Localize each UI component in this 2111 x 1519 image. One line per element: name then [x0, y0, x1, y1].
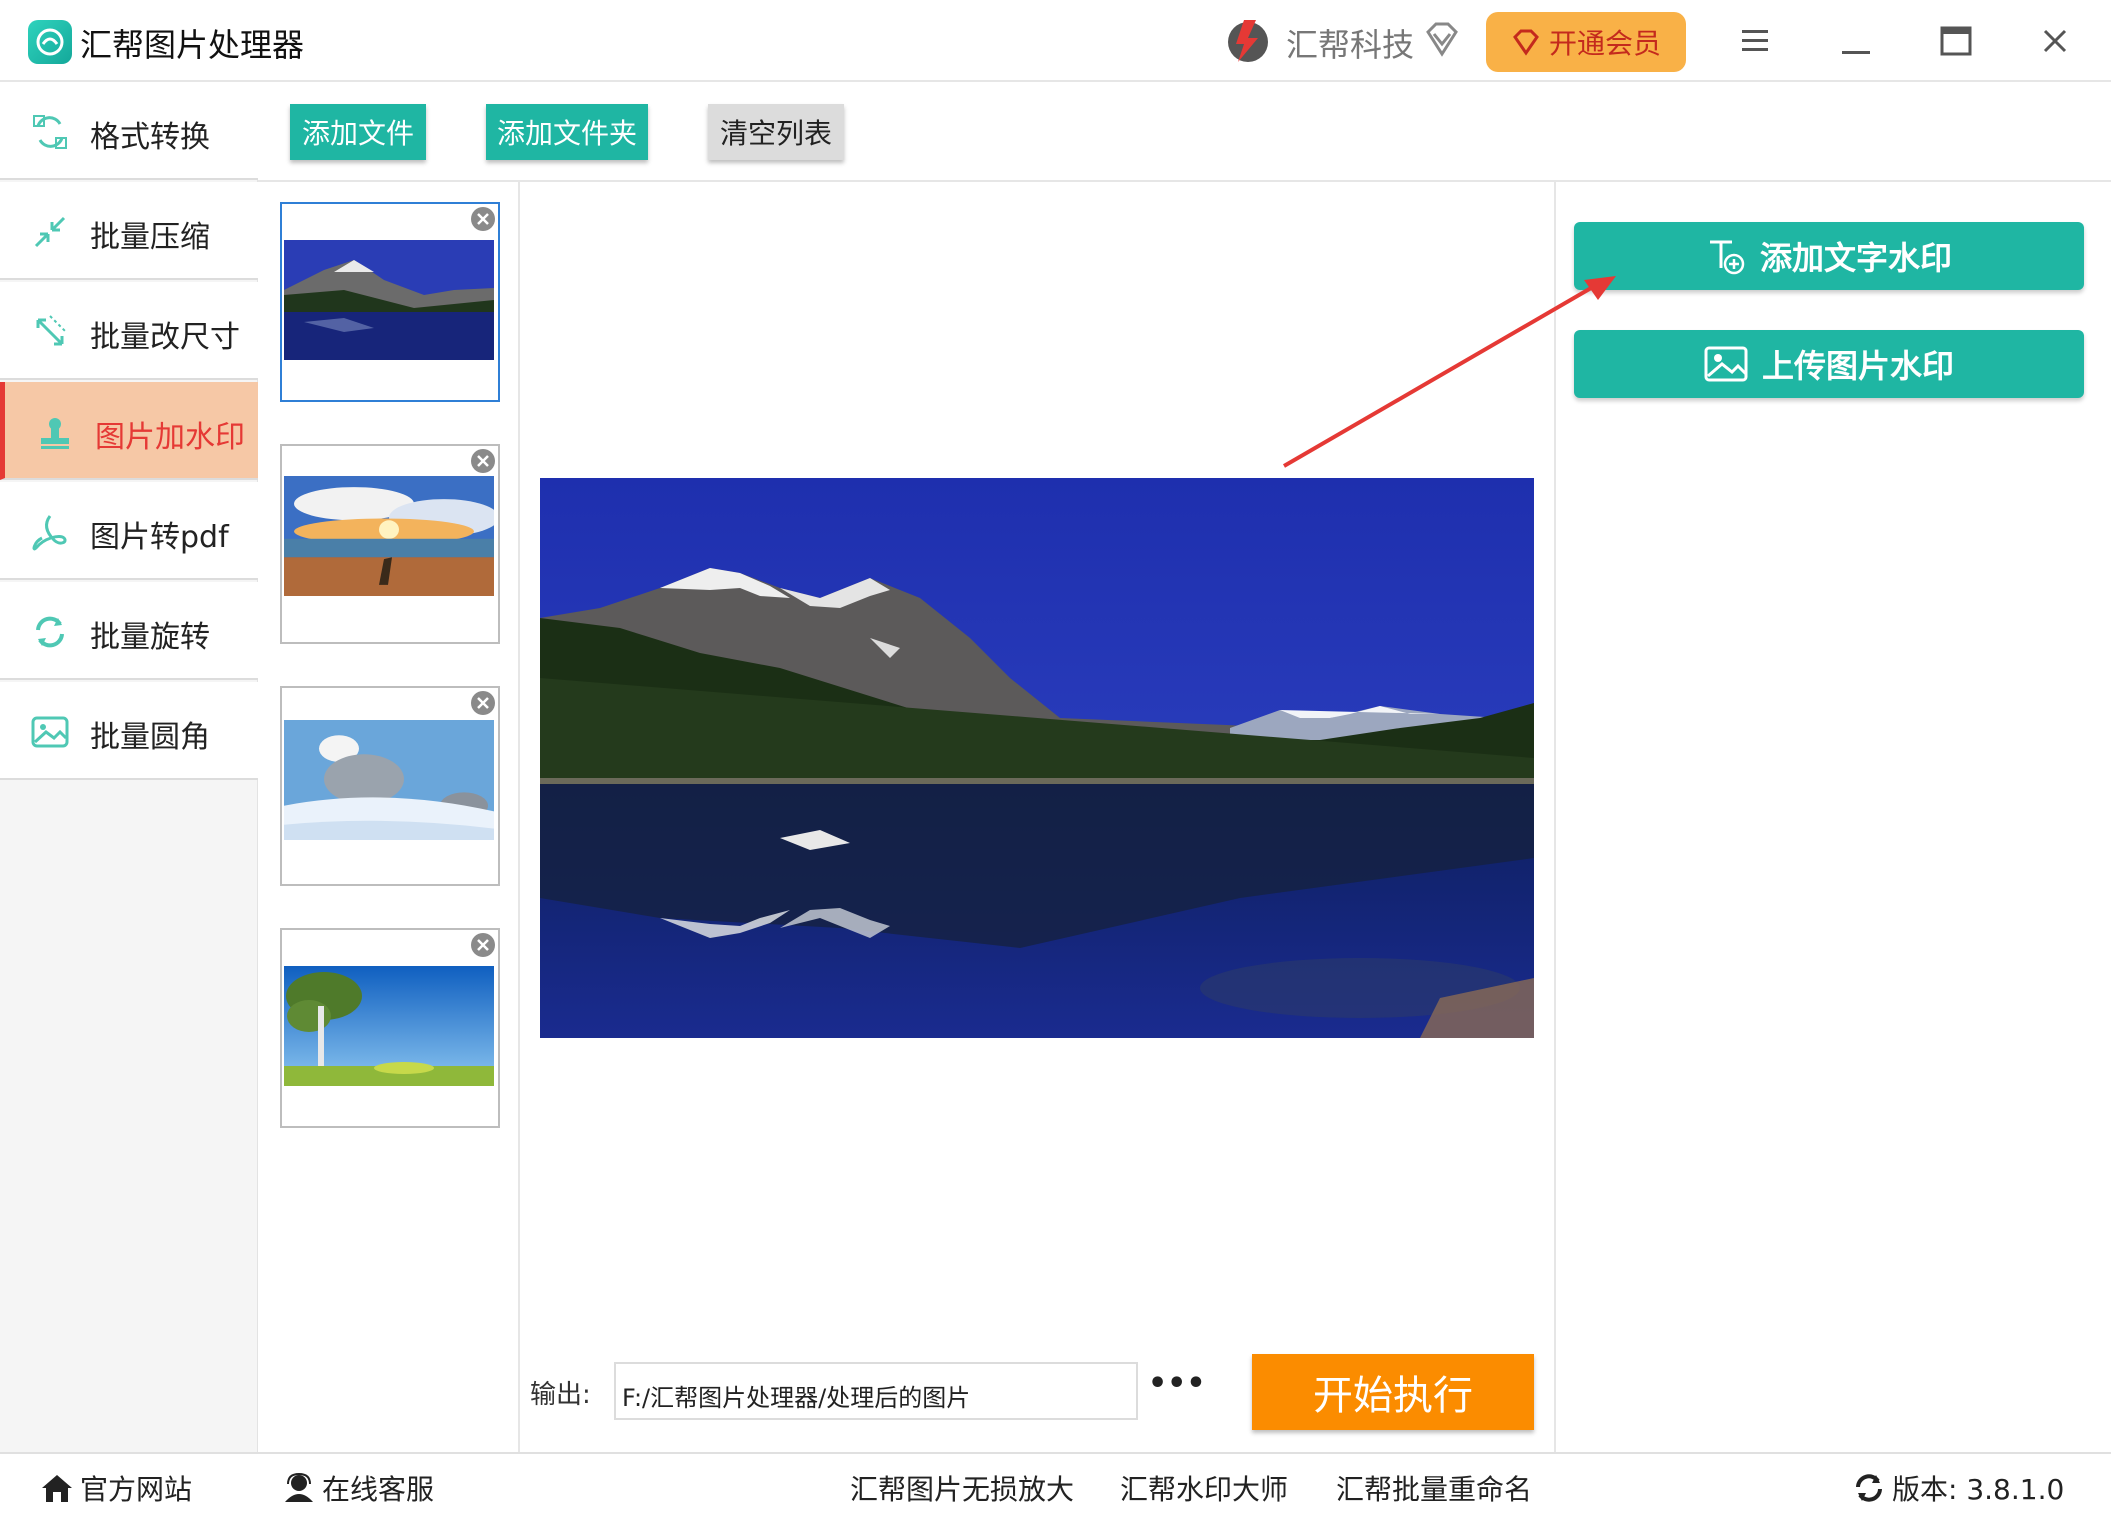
- file-list: [258, 182, 520, 1452]
- sidebar-item-format-convert[interactable]: 格式转换: [0, 82, 258, 180]
- brand-logo-icon: [1222, 14, 1274, 70]
- output-path-field[interactable]: F:/汇帮图片处理器/处理后的图片: [614, 1362, 1138, 1420]
- sidebar-item-compress[interactable]: 批量压缩: [0, 182, 258, 280]
- remove-file-icon[interactable]: [470, 448, 496, 474]
- link-batch-rename[interactable]: 汇帮批量重命名: [1336, 1468, 1532, 1508]
- add-text-watermark-button[interactable]: 添加文字水印: [1574, 222, 2084, 290]
- rotate-icon: [36, 616, 64, 648]
- preview-area: 输出: F:/汇帮图片处理器/处理后的图片 ••• 开始执行: [520, 182, 1554, 1452]
- start-button[interactable]: 开始执行: [1252, 1354, 1534, 1430]
- mountain-lake-preview-image: [540, 478, 1534, 1038]
- round-corner-icon: [31, 716, 69, 748]
- file-thumbnail[interactable]: [280, 928, 500, 1128]
- minimize-icon[interactable]: [1842, 40, 1870, 59]
- toolbar: 添加文件 添加文件夹 清空列表: [258, 82, 2111, 182]
- sidebar-item-resize[interactable]: 批量改尺寸: [0, 282, 258, 380]
- sidebar-item-rotate[interactable]: 批量旋转: [0, 582, 258, 680]
- home-icon: [42, 1475, 72, 1502]
- output-label: 输出:: [530, 1380, 591, 1410]
- official-website-link[interactable]: 官方网站: [40, 1468, 192, 1508]
- sidebar-item-label: 格式转换: [90, 120, 210, 155]
- format-convert-icon: [33, 115, 67, 149]
- sidebar-item-pdf[interactable]: 图片转pdf: [0, 482, 258, 580]
- vip-diamond-icon: [1513, 29, 1539, 56]
- text-add-icon: [1709, 240, 1745, 275]
- browse-button[interactable]: •••: [1148, 1360, 1206, 1416]
- pdf-icon: [32, 515, 67, 551]
- remove-file-icon[interactable]: [470, 690, 496, 716]
- sidebar-item-watermark[interactable]: 图片加水印: [0, 382, 258, 480]
- upload-image-watermark-button[interactable]: 上传图片水印: [1574, 330, 2084, 398]
- diamond-icon[interactable]: [1422, 20, 1462, 64]
- maximize-icon[interactable]: [1940, 26, 1972, 60]
- add-text-watermark-label: 添加文字水印: [1759, 239, 1952, 277]
- tree-blue-sky-thumbnail-image: [284, 966, 494, 1086]
- compress-icon: [34, 216, 66, 248]
- close-icon[interactable]: [2042, 28, 2068, 58]
- website-label: 官方网站: [80, 1473, 193, 1506]
- add-folder-button[interactable]: 添加文件夹: [486, 104, 648, 160]
- link-watermark-master[interactable]: 汇帮水印大师: [1120, 1468, 1288, 1508]
- brand-name: 汇帮科技: [1286, 26, 1415, 64]
- vip-label: 开通会员: [1548, 27, 1661, 60]
- upload-image-watermark-label: 上传图片水印: [1761, 347, 1954, 385]
- sidebar-item-label: 批量旋转: [90, 620, 210, 655]
- add-file-button[interactable]: 添加文件: [290, 104, 426, 160]
- status-bar: 官方网站 在线客服 汇帮图片无损放大 汇帮水印大师 汇帮批量重命名 版本: 3.…: [0, 1452, 2111, 1519]
- file-thumbnail[interactable]: [280, 202, 500, 402]
- sidebar-item-round-corner[interactable]: 批量圆角: [0, 682, 258, 780]
- mountain-lake-thumbnail-image: [284, 240, 494, 360]
- file-thumbnail[interactable]: [280, 686, 500, 886]
- sidebar-item-label: 批量圆角: [90, 720, 210, 755]
- sidebar-item-label: 图片转pdf: [90, 520, 229, 555]
- version-info: 版本: 3.8.1.0: [1852, 1468, 2064, 1508]
- watermark-panel: 添加文字水印 上传图片水印: [1554, 182, 2111, 1452]
- file-thumbnail[interactable]: [280, 444, 500, 644]
- sidebar-item-label: 图片加水印: [95, 420, 245, 455]
- remove-file-icon[interactable]: [470, 932, 496, 958]
- sidebar: 格式转换 批量压缩 批量改尺寸 图片加水印 图片转pdf 批量旋转 批量圆角: [0, 82, 258, 1452]
- sunset-beach-thumbnail-image: [284, 476, 494, 596]
- vip-button[interactable]: 开通会员: [1486, 12, 1686, 72]
- remove-file-icon[interactable]: [470, 206, 496, 232]
- image-icon: [1704, 346, 1748, 382]
- clear-list-button[interactable]: 清空列表: [708, 104, 844, 160]
- resize-icon: [36, 315, 67, 346]
- support-label: 在线客服: [322, 1473, 435, 1506]
- app-logo-icon: [28, 20, 72, 64]
- link-lossless-upscale[interactable]: 汇帮图片无损放大: [850, 1468, 1074, 1508]
- sidebar-item-label: 批量压缩: [90, 220, 210, 255]
- online-support-link[interactable]: 在线客服: [282, 1468, 434, 1508]
- app-title: 汇帮图片处理器: [80, 26, 305, 64]
- sidebar-item-label: 批量改尺寸: [90, 320, 240, 355]
- menu-icon[interactable]: [1740, 28, 1770, 58]
- refresh-icon[interactable]: [1852, 1471, 1886, 1505]
- watermark-stamp-icon: [41, 418, 69, 449]
- user-support-icon: [285, 1472, 313, 1502]
- title-bar: 汇帮图片处理器 汇帮科技 开通会员: [0, 0, 2111, 82]
- version-label: 版本: 3.8.1.0: [1892, 1473, 2065, 1506]
- snowy-trees-thumbnail-image: [284, 720, 494, 840]
